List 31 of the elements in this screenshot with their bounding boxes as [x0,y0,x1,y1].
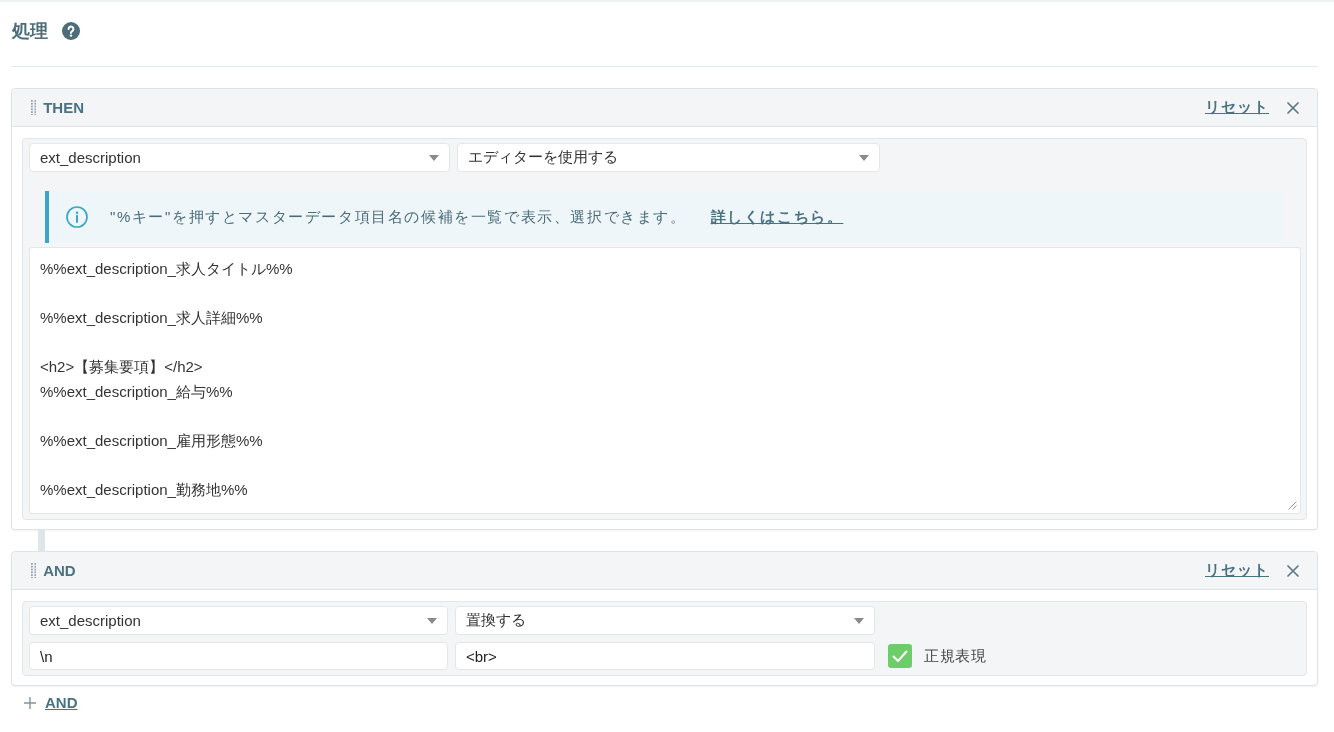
caret-icon [429,154,439,161]
drag-handle-icon[interactable] [31,99,37,116]
close-button[interactable] [1287,101,1299,114]
reset-link[interactable]: リセット [1205,561,1269,580]
resize-handle-icon[interactable] [1288,501,1297,510]
action-select[interactable]: 置換する [455,606,875,635]
action-select[interactable]: エディターを使用する [457,143,880,172]
field-select[interactable]: ext_description [29,143,450,172]
search-field[interactable]: \n [29,642,448,670]
caret-icon [427,617,437,624]
caret-icon [854,617,864,624]
checkbox[interactable] [888,644,912,668]
checkbox-label: 正規表現 [924,646,986,666]
add-and-button[interactable]: AND [24,694,78,711]
info-icon [66,206,88,228]
help-icon[interactable] [62,22,80,40]
block-label: AND [43,562,76,579]
section-title: 処理 [12,20,48,42]
block-label: THEN [43,99,85,116]
editor-field[interactable]: %%ext_description_求人タイトル%% %%ext_description_求人詳細%% <h2>【募集要項】</h2> %%ext_description_給与%% %%ext_description_雇用形態%% %%ext_description_勤務地%% [29,247,1301,514]
close-icon [1287,564,1299,577]
caret-icon [859,154,869,161]
close-button[interactable] [1287,564,1299,577]
replace-field[interactable]: <br> [455,642,875,670]
plus-icon [24,696,36,709]
info-text: "%キー"を押すとマスターデータ項目名の候補を一覧で表示、選択できます。 [110,207,687,227]
drag-handle-icon[interactable] [31,562,37,579]
reset-link[interactable]: リセット [1205,98,1269,117]
close-icon [1287,101,1299,114]
field-select[interactable]: ext_description [29,606,448,635]
details-link[interactable]: 詳しくはこちら。 [710,207,844,227]
